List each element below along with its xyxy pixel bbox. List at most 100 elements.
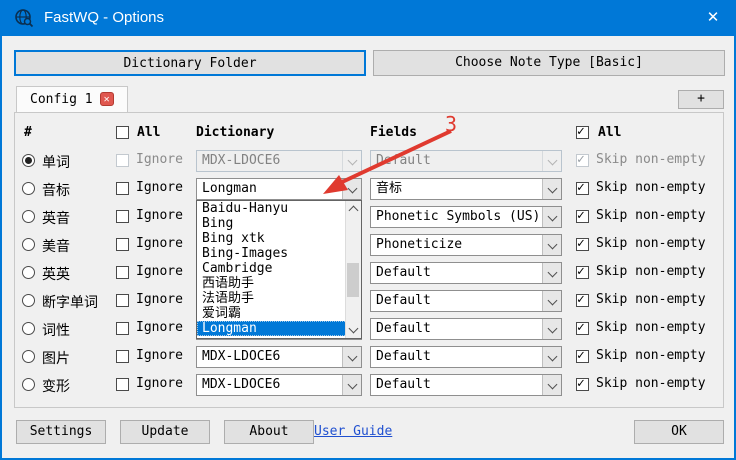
settings-button[interactable]: Settings xyxy=(16,420,106,444)
tab-close-icon[interactable]: ✕ xyxy=(100,92,114,106)
skip-checkbox[interactable] xyxy=(576,378,589,391)
scroll-up-icon[interactable] xyxy=(349,206,359,216)
ignore-checkbox[interactable] xyxy=(116,238,129,251)
table-row-pos: 词性 Ignore Default Skip non-empty xyxy=(2,318,736,340)
add-tab-button[interactable]: + xyxy=(678,90,724,109)
field-select[interactable]: Phonetic Symbols (US) xyxy=(370,206,562,228)
table-row-image: 图片 Ignore MDX-LDOCE6 Default Skip non-em… xyxy=(2,346,736,368)
ignore-checkbox[interactable] xyxy=(116,350,129,363)
skip-checkbox[interactable] xyxy=(576,350,589,363)
column-header-all-right: All xyxy=(598,125,621,140)
skip-checkbox[interactable] xyxy=(576,266,589,279)
scroll-down-icon[interactable] xyxy=(349,324,359,334)
dropdown-item[interactable]: Bing xtk xyxy=(197,231,361,246)
ignore-checkbox[interactable] xyxy=(116,378,129,391)
dictionary-select: MDX-LDOCE6 xyxy=(196,150,362,172)
ok-button[interactable]: OK xyxy=(634,420,724,444)
ignore-label: Ignore xyxy=(136,348,183,363)
field-select[interactable]: Default xyxy=(370,262,562,284)
field-select[interactable]: Default xyxy=(370,290,562,312)
options-dialog: FastWQ - Options ✕ Dictionary Folder Cho… xyxy=(0,0,736,460)
skip-checkbox[interactable] xyxy=(576,182,589,195)
field-select[interactable]: Default xyxy=(370,346,562,368)
scrollbar-thumb[interactable] xyxy=(347,263,359,297)
update-button[interactable]: Update xyxy=(120,420,210,444)
ignore-checkbox[interactable] xyxy=(116,322,129,335)
skip-checkbox xyxy=(576,154,589,167)
all-ignore-checkbox[interactable] xyxy=(116,126,129,139)
app-globe-search-icon xyxy=(14,8,34,28)
skip-label: Skip non-empty xyxy=(596,292,706,307)
dictionary-select[interactable]: MDX-LDOCE6 xyxy=(196,374,362,396)
ignore-label: Ignore xyxy=(136,264,183,279)
ignore-label: Ignore xyxy=(136,180,183,195)
skip-checkbox[interactable] xyxy=(576,210,589,223)
inflection-radio[interactable] xyxy=(22,378,35,391)
ignore-checkbox[interactable] xyxy=(116,266,129,279)
row-label: 词性 xyxy=(42,320,70,340)
table-row-hyphenation: 断字单词 Ignore Default Skip non-empty xyxy=(2,290,736,312)
image-radio[interactable] xyxy=(22,350,35,363)
table-row-inflection: 变形 Ignore MDX-LDOCE6 Default Skip non-em… xyxy=(2,374,736,396)
field-select[interactable]: Phoneticize xyxy=(370,234,562,256)
us-sound-radio[interactable] xyxy=(22,238,35,251)
word-radio[interactable] xyxy=(22,154,35,167)
dropdown-item[interactable]: Bing xyxy=(197,216,361,231)
uk-sound-radio[interactable] xyxy=(22,210,35,223)
skip-label: Skip non-empty xyxy=(596,376,706,391)
row-label: 美音 xyxy=(42,236,70,256)
dictionary-dropdown-list: Baidu-Hanyu Bing Bing xtk Bing-Images Ca… xyxy=(196,200,362,339)
user-guide-link[interactable]: User Guide xyxy=(314,420,392,444)
dropdown-item[interactable]: Baidu-Hanyu xyxy=(197,201,361,216)
dictionary-folder-button[interactable]: Dictionary Folder xyxy=(14,50,366,76)
skip-label: Skip non-empty xyxy=(596,208,706,223)
table-row-us-sound: 美音 Ignore Phoneticize Skip non-empty xyxy=(2,234,736,256)
ignore-checkbox[interactable] xyxy=(116,210,129,223)
column-header-fields: Fields xyxy=(370,125,417,140)
ignore-label: Ignore xyxy=(136,376,183,391)
close-icon[interactable]: ✕ xyxy=(690,0,736,36)
skip-checkbox[interactable] xyxy=(576,294,589,307)
row-label: 图片 xyxy=(42,348,70,368)
ignore-label: Ignore xyxy=(136,320,183,335)
skip-label: Skip non-empty xyxy=(596,180,706,195)
skip-label: Skip non-empty xyxy=(596,348,706,363)
title-bar: FastWQ - Options ✕ xyxy=(0,0,736,36)
phonetic-radio[interactable] xyxy=(22,182,35,195)
hyphenation-radio[interactable] xyxy=(22,294,35,307)
ignore-checkbox[interactable] xyxy=(116,294,129,307)
table-row-word: 单词 Ignore MDX-LDOCE6 Default Skip non-em… xyxy=(2,150,736,172)
dropdown-scrollbar[interactable] xyxy=(345,201,361,338)
field-select[interactable]: 音标 xyxy=(370,178,562,200)
dictionary-select[interactable]: MDX-LDOCE6 xyxy=(196,346,362,368)
pos-radio[interactable] xyxy=(22,322,35,335)
row-label: 音标 xyxy=(42,180,70,200)
row-label: 英英 xyxy=(42,264,70,284)
skip-checkbox[interactable] xyxy=(576,322,589,335)
ignore-checkbox[interactable] xyxy=(116,182,129,195)
choose-note-type-button[interactable]: Choose Note Type [Basic] xyxy=(373,50,725,76)
dropdown-item[interactable]: 法语助手 xyxy=(197,291,361,306)
dropdown-item[interactable]: Bing-Images xyxy=(197,246,361,261)
field-select[interactable]: Default xyxy=(370,318,562,340)
skip-label: Skip non-empty xyxy=(596,236,706,251)
en-def-radio[interactable] xyxy=(22,266,35,279)
dropdown-item[interactable]: 爱词霸 xyxy=(197,306,361,321)
tab-config-1[interactable]: Config 1✕ xyxy=(16,86,128,113)
ignore-label: Ignore xyxy=(136,152,183,167)
column-header-all-left: All xyxy=(137,125,160,140)
dropdown-item[interactable]: Cambridge xyxy=(197,261,361,276)
dictionary-select-open[interactable]: Longman xyxy=(196,178,362,200)
column-header-hash: # xyxy=(24,125,32,140)
config-rows: 单词 Ignore MDX-LDOCE6 Default Skip non-em… xyxy=(2,150,736,402)
all-skip-checkbox[interactable] xyxy=(576,126,589,139)
field-select: Default xyxy=(370,150,562,172)
about-button[interactable]: About xyxy=(224,420,314,444)
dropdown-item-selected[interactable]: Longman xyxy=(197,321,361,336)
ignore-label: Ignore xyxy=(136,208,183,223)
field-select[interactable]: Default xyxy=(370,374,562,396)
dropdown-item[interactable]: 西语助手 xyxy=(197,276,361,291)
window-title: FastWQ - Options xyxy=(44,0,164,36)
skip-checkbox[interactable] xyxy=(576,238,589,251)
skip-label: Skip non-empty xyxy=(596,152,706,167)
